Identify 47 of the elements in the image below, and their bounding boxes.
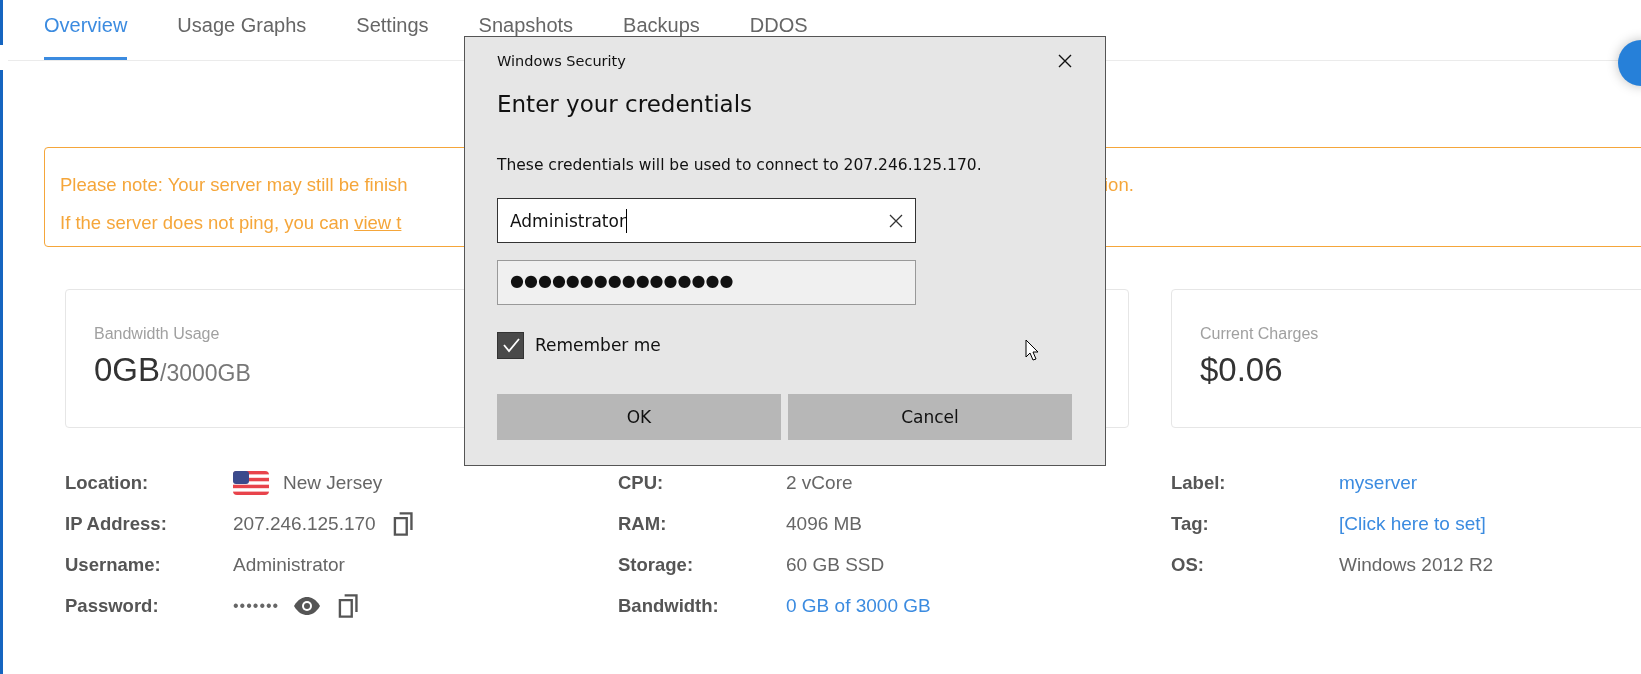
sidebar-edge: [0, 0, 3, 45]
field-label: Label:: [1171, 471, 1227, 494]
field-label: IP Address:: [65, 512, 168, 535]
cancel-button[interactable]: Cancel: [788, 394, 1072, 440]
field-label: Bandwidth:: [618, 594, 720, 617]
notice-text: Please note: Your server may still be finish: [60, 174, 409, 196]
password-field[interactable]: ●●●●●●●●●●●●●●●●: [497, 260, 916, 305]
field-label: RAM:: [618, 512, 668, 535]
dialog-message: These credentials will be used to connect to 207.246.125.170.: [497, 156, 983, 174]
ok-button[interactable]: OK: [497, 394, 781, 440]
field-link[interactable]: 0 GB of 3000 GB: [786, 594, 931, 617]
field-value: •••••••: [233, 596, 280, 615]
close-icon[interactable]: [1058, 54, 1072, 68]
checkbox[interactable]: [497, 331, 524, 359]
stat-unit: /3000GB: [160, 360, 251, 386]
field-value: 4096 MB: [786, 512, 863, 535]
field-label: Location:: [65, 471, 150, 494]
checkbox-label: Remember me: [535, 335, 661, 355]
clear-icon[interactable]: [889, 213, 903, 228]
stat-label: Bandwidth Usage: [94, 325, 220, 343]
field-value: 2 vCore: [786, 471, 853, 494]
field-label: Password:: [65, 594, 160, 617]
field-value: New Jersey: [283, 471, 383, 494]
notice-text: If the server does not ping, you can: [60, 212, 350, 234]
field-label: Tag:: [1171, 512, 1210, 535]
stat-label: Current Charges: [1200, 325, 1319, 343]
field-value: 207.246.125.170: [233, 512, 376, 535]
stat-value: 0GB: [94, 351, 161, 388]
flag-icon: [233, 470, 269, 495]
field-label: CPU:: [618, 471, 665, 494]
dialog-heading: Enter your credentials: [497, 91, 754, 117]
field-label: Username:: [65, 553, 162, 576]
dialog-title: Windows Security: [497, 53, 626, 69]
stat-value: $0.06: [1200, 351, 1283, 388]
field-label: OS:: [1171, 553, 1205, 576]
field-link[interactable]: myserver: [1339, 471, 1418, 494]
field-label: Storage:: [618, 553, 695, 576]
eye-icon[interactable]: [293, 595, 322, 616]
tab[interactable]: Settings: [356, 0, 429, 47]
tab[interactable]: Usage Graphs: [177, 0, 307, 47]
field-value: Windows 2012 R2: [1339, 553, 1494, 576]
tab[interactable]: Overview: [44, 0, 128, 60]
field-link[interactable]: [Click here to set]: [1339, 512, 1486, 535]
username-field[interactable]: Administrator: [497, 198, 916, 243]
cursor-icon[interactable]: [1025, 339, 1039, 361]
field-value: Administrator: [233, 553, 345, 576]
field-value: 60 GB SSD: [786, 553, 885, 576]
